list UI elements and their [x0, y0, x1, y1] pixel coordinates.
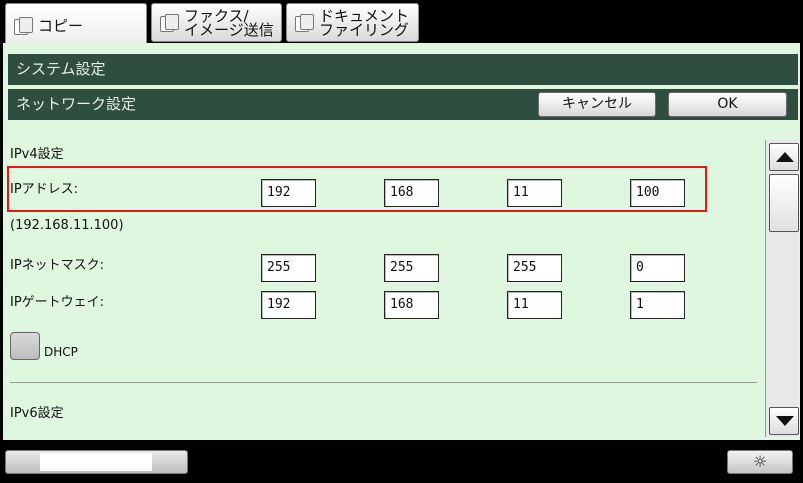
ip-address-octet-4[interactable]: 100 — [630, 179, 685, 207]
ip-address-highlight — [7, 166, 707, 212]
tab-copy-label: コピー — [38, 16, 84, 35]
status-bar-display — [40, 453, 152, 471]
network-settings-bar: ネットワーク設定 キャンセル OK — [8, 89, 798, 120]
tab-copy[interactable]: コピー — [5, 3, 147, 48]
settings-panel: システム設定 ネットワーク設定 キャンセル OK — [3, 43, 800, 440]
tab-filing-label: ドキュメント ファイリング — [319, 6, 410, 39]
gateway-label: IPゲートウェイ: — [10, 295, 105, 310]
ok-button[interactable]: OK — [668, 92, 787, 117]
ip-address-octet-2[interactable]: 168 — [384, 179, 439, 207]
scroll-down-button[interactable] — [769, 407, 799, 435]
ip-address-octet-3[interactable]: 11 — [507, 179, 562, 207]
gateway-octet-2[interactable]: 168 — [384, 291, 439, 319]
ip-address-label: IPアドレス: — [10, 182, 79, 197]
arrow-down-icon — [776, 416, 794, 426]
ip-address-octet-1[interactable]: 192 — [261, 179, 316, 207]
scroll-up-button[interactable] — [769, 143, 799, 171]
vertical-scrollbar[interactable] — [765, 140, 799, 437]
tab-fax-image-send[interactable]: ファクス/ イメージ送信 — [151, 3, 282, 42]
copy-icon — [14, 16, 33, 35]
brightness-icon: ☼ — [752, 452, 768, 471]
subnet-mask-octet-4[interactable]: 0 — [630, 254, 685, 282]
section-divider — [10, 382, 757, 383]
filing-icon — [295, 13, 314, 32]
gateway-octet-1[interactable]: 192 — [261, 291, 316, 319]
subnet-mask-label: IPネットマスク: — [10, 258, 105, 273]
subnet-mask-octet-3[interactable]: 255 — [507, 254, 562, 282]
ipv6-section-title: IPv6設定 — [10, 406, 64, 421]
status-bar-button[interactable] — [5, 450, 188, 474]
dhcp-checkbox[interactable] — [10, 332, 40, 360]
ip-address-display: (192.168.11.100) — [10, 218, 124, 233]
gateway-octet-3[interactable]: 11 — [507, 291, 562, 319]
dhcp-label: DHCP — [44, 345, 78, 359]
arrow-up-icon — [776, 152, 794, 162]
tab-fax-label: ファクス/ イメージ送信 — [184, 6, 274, 39]
subnet-mask-octet-1[interactable]: 255 — [261, 254, 316, 282]
tab-document-filing[interactable]: ドキュメント ファイリング — [286, 3, 419, 42]
scroll-thumb[interactable] — [769, 174, 799, 232]
fax-icon — [160, 13, 179, 32]
brightness-button[interactable]: ☼ — [727, 450, 793, 474]
ipv4-section-title: IPv4設定 — [10, 147, 64, 162]
cancel-button[interactable]: キャンセル — [538, 92, 656, 117]
network-settings-title: ネットワーク設定 — [16, 95, 137, 113]
system-settings-bar: システム設定 — [8, 54, 798, 85]
gateway-octet-4[interactable]: 1 — [630, 291, 685, 319]
subnet-mask-octet-2[interactable]: 255 — [384, 254, 439, 282]
system-settings-title: システム設定 — [16, 60, 106, 78]
